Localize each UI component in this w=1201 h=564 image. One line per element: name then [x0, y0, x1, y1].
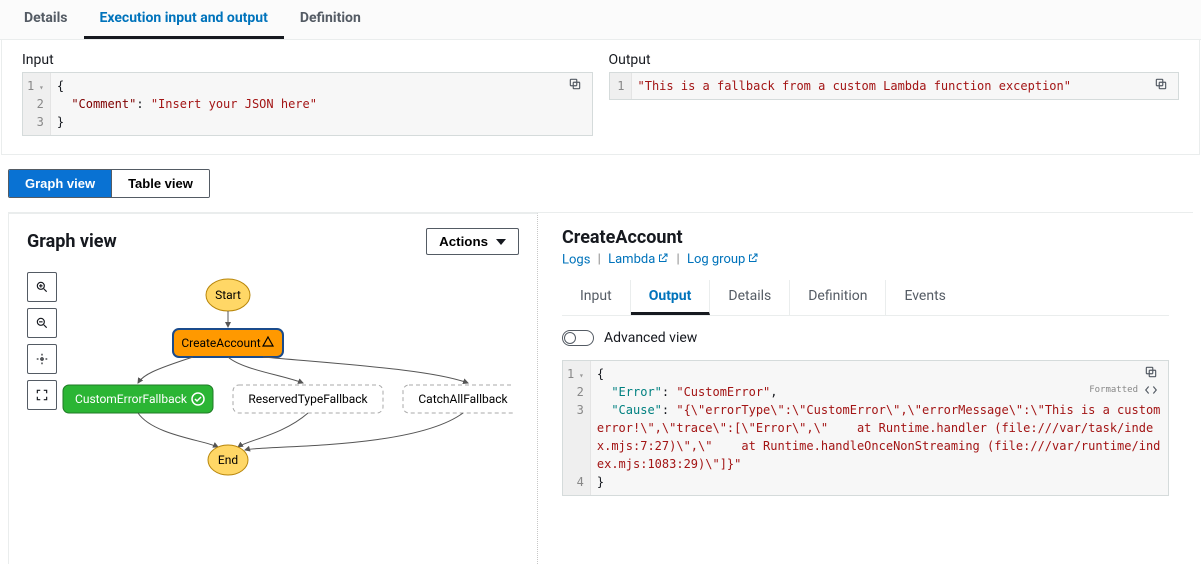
view-toggle: Graph view Table view [8, 169, 210, 198]
line-number: 2 [27, 95, 44, 113]
formatted-label: Formatted [1089, 385, 1138, 395]
output-label: Output [609, 52, 1180, 68]
stab-details[interactable]: Details [710, 280, 790, 315]
separator: | [677, 252, 680, 267]
step-links: Logs | Lambda | Log group [562, 252, 1169, 268]
line-number: 3 [567, 401, 584, 419]
zoom-out-icon[interactable] [27, 308, 57, 338]
stab-output[interactable]: Output [631, 280, 711, 315]
output-gutter: 1 [610, 73, 632, 99]
output-col: Output 1 "This is a fallback from a cust… [609, 52, 1180, 136]
output-code[interactable]: "This is a fallback from a custom Lambda… [632, 73, 1179, 99]
graph-header: Graph view Actions [27, 228, 519, 255]
tab-exec-io[interactable]: Execution input and output [84, 0, 284, 39]
link-lambda[interactable]: Lambda [608, 252, 669, 267]
external-link-icon [747, 252, 759, 268]
zoom-in-icon[interactable] [27, 272, 57, 302]
graph-view-button[interactable]: Graph view [9, 170, 111, 197]
link-logs[interactable]: Logs [562, 252, 590, 267]
step-output-code: 1 2 3 4 { "Error": "CustomError", "Cause… [562, 360, 1169, 496]
node-create-account-label: CreateAccount [181, 336, 260, 350]
stab-definition[interactable]: Definition [790, 280, 886, 315]
advanced-view-toggle[interactable] [562, 330, 594, 346]
line-number: 4 [567, 473, 584, 491]
copy-icon[interactable] [1144, 365, 1162, 383]
chevron-down-icon [496, 239, 506, 245]
input-label: Input [22, 52, 593, 68]
input-col: Input 1 2 3 { "Comment": "Insert your JS… [22, 52, 593, 136]
stab-events[interactable]: Events [886, 280, 963, 315]
code-format-icon[interactable] [1144, 383, 1158, 400]
input-code-box: 1 2 3 { "Comment": "Insert your JSON her… [22, 72, 593, 136]
main-split: Graph view Actions Start [8, 212, 1193, 564]
detail-panel: CreateAccount Logs | Lambda | Log group … [538, 213, 1193, 564]
state-machine-graph[interactable]: Start CreateAccount CustomErrorFallback … [33, 275, 513, 485]
code-line: { [57, 77, 586, 95]
advanced-view-row: Advanced view [562, 330, 1169, 346]
copy-icon[interactable] [568, 77, 586, 95]
output-code-box: 1 "This is a fallback from a custom Lamb… [609, 72, 1180, 100]
detail-sub-tabs: Input Output Details Definition Events [562, 280, 1169, 316]
line-number: 1 [567, 365, 584, 383]
node-start-label: Start [215, 288, 241, 302]
advanced-view-label: Advanced view [604, 330, 697, 346]
line-number: 3 [27, 113, 44, 131]
code-line: } [597, 473, 1162, 491]
code-line: "This is a fallback from a custom Lambda… [638, 77, 1173, 95]
step-output-body[interactable]: { "Error": "CustomError", "Cause": "{\"e… [591, 361, 1168, 495]
separator: | [598, 252, 601, 267]
tab-definition[interactable]: Definition [284, 0, 377, 39]
code-line: "Error": "CustomError", [597, 383, 1162, 401]
view-toggle-row: Graph view Table view [0, 155, 1201, 212]
link-log-group[interactable]: Log group [687, 252, 759, 267]
step-output-gutter: 1 2 3 4 [563, 361, 591, 495]
graph-toolbar [27, 272, 57, 410]
node-catchall-label: CatchAllFallback [418, 392, 508, 406]
line-number: 1 [27, 77, 44, 95]
line-number: 2 [567, 383, 584, 401]
code-line: { [597, 365, 1162, 383]
io-row: Input 1 2 3 { "Comment": "Insert your JS… [1, 40, 1200, 155]
tab-details[interactable]: Details [8, 0, 84, 39]
code-line: "Cause": "{\"errorType\":\"CustomError\"… [597, 401, 1162, 473]
graph-panel: Graph view Actions Start [8, 213, 538, 564]
fullscreen-icon[interactable] [27, 380, 57, 410]
input-code[interactable]: { "Comment": "Insert your JSON here" } [51, 73, 592, 135]
exec-top-tabs: Details Execution input and output Defin… [0, 0, 1201, 40]
actions-button[interactable]: Actions [426, 228, 519, 255]
step-title: CreateAccount [562, 227, 1169, 248]
node-custom-label: CustomErrorFallback [75, 392, 188, 406]
input-gutter: 1 2 3 [23, 73, 51, 135]
table-view-button[interactable]: Table view [111, 170, 209, 197]
actions-label: Actions [439, 234, 488, 249]
stab-input[interactable]: Input [562, 280, 631, 315]
code-line: "Comment": "Insert your JSON here" [57, 95, 586, 113]
center-icon[interactable] [27, 344, 57, 374]
line-number: 1 [614, 77, 625, 95]
code-line: } [57, 113, 586, 131]
copy-icon[interactable] [1154, 77, 1172, 95]
external-link-icon [657, 252, 669, 268]
graph-title: Graph view [27, 231, 117, 252]
node-reserved-label: ReservedTypeFallback [248, 392, 368, 406]
node-end-label: End [218, 453, 238, 467]
